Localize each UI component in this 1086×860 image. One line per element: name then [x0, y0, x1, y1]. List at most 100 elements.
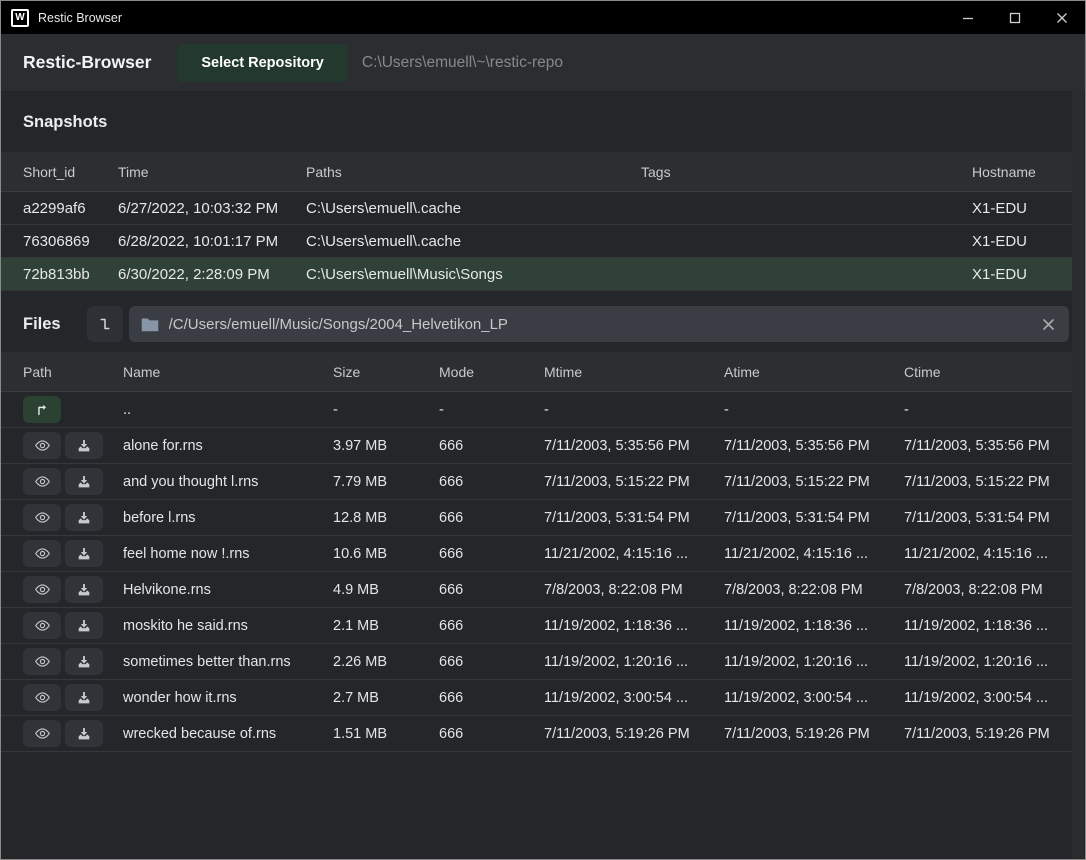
file-name: feel home now !.rns — [123, 546, 333, 562]
preview-file-button[interactable] — [23, 576, 61, 603]
page-title: Restic-Browser — [23, 52, 151, 73]
file-name: .. — [123, 402, 333, 418]
file-mode: 666 — [439, 438, 544, 454]
file-atime: 11/19/2002, 1:18:36 ... — [724, 618, 904, 634]
preview-file-button[interactable] — [23, 504, 61, 531]
preview-file-button[interactable] — [23, 540, 61, 567]
file-name: and you thought l.rns — [123, 474, 333, 490]
column-header-paths: Paths — [306, 164, 641, 180]
preview-file-button[interactable] — [23, 648, 61, 675]
download-file-button[interactable] — [65, 612, 103, 639]
file-mode: 666 — [439, 510, 544, 526]
file-row[interactable]: Helvikone.rns 4.9 MB 666 7/8/2003, 8:22:… — [1, 572, 1073, 608]
files-table-header: Path Name Size Mode Mtime Atime Ctime — [1, 352, 1073, 392]
parent-directory-row[interactable]: .. - - - - - — [1, 392, 1073, 428]
app-window: W Restic Browser Restic-Browser Select R… — [0, 0, 1086, 860]
window-controls — [944, 1, 1085, 34]
file-ctime: 11/19/2002, 1:18:36 ... — [904, 618, 1051, 634]
minimize-button[interactable] — [944, 1, 991, 34]
column-header-mtime: Mtime — [544, 364, 724, 380]
column-header-hostname: Hostname — [972, 164, 1051, 180]
minimize-icon — [962, 12, 974, 24]
snapshots-table-header: Short_id Time Paths Tags Hostname — [1, 152, 1073, 192]
file-atime: - — [724, 402, 904, 418]
file-atime: 7/11/2003, 5:35:56 PM — [724, 438, 904, 454]
file-mtime: 7/8/2003, 8:22:08 PM — [544, 582, 724, 598]
file-ctime: 7/11/2003, 5:19:26 PM — [904, 726, 1051, 742]
file-atime: 7/11/2003, 5:15:22 PM — [724, 474, 904, 490]
file-name: alone for.rns — [123, 438, 333, 454]
files-heading-label: Files — [23, 306, 61, 342]
preview-file-button[interactable] — [23, 720, 61, 747]
files-path-input[interactable]: /C/Users/emuell/Music/Songs/2004_Helveti… — [129, 306, 1069, 342]
maximize-button[interactable] — [991, 1, 1038, 34]
file-size: 10.6 MB — [333, 546, 439, 562]
titlebar: W Restic Browser — [1, 1, 1085, 34]
file-mtime: - — [544, 402, 724, 418]
file-ctime: - — [904, 402, 1051, 418]
column-header-size: Size — [333, 364, 439, 380]
file-row[interactable]: alone for.rns 3.97 MB 666 7/11/2003, 5:3… — [1, 428, 1073, 464]
file-size: 7.79 MB — [333, 474, 439, 490]
file-row[interactable]: and you thought l.rns 7.79 MB 666 7/11/2… — [1, 464, 1073, 500]
files-path-text: /C/Users/emuell/Music/Songs/2004_Helveti… — [169, 316, 1040, 333]
file-mtime: 7/11/2003, 5:35:56 PM — [544, 438, 724, 454]
column-header-time: Time — [118, 164, 306, 180]
download-icon — [76, 438, 92, 454]
download-file-button[interactable] — [65, 432, 103, 459]
go-up-directory-icon — [34, 401, 51, 418]
go-up-directory-button[interactable] — [23, 396, 61, 423]
file-ctime: 7/11/2003, 5:35:56 PM — [904, 438, 1051, 454]
snapshot-time: 6/27/2022, 10:03:32 PM — [118, 200, 306, 217]
download-file-button[interactable] — [65, 648, 103, 675]
preview-file-button[interactable] — [23, 468, 61, 495]
preview-file-button[interactable] — [23, 612, 61, 639]
restore-level-button[interactable] — [87, 306, 123, 342]
file-mode: 666 — [439, 546, 544, 562]
download-icon — [76, 546, 92, 562]
file-mode: 666 — [439, 582, 544, 598]
snapshot-row-selected[interactable]: 72b813bb 6/30/2022, 2:28:09 PM C:\Users\… — [1, 258, 1073, 291]
file-size: 2.7 MB — [333, 690, 439, 706]
file-row[interactable]: before l.rns 12.8 MB 666 7/11/2003, 5:31… — [1, 500, 1073, 536]
snapshot-row[interactable]: 76306869 6/28/2022, 10:01:17 PM C:\Users… — [1, 225, 1073, 258]
select-repository-button[interactable]: Select Repository — [177, 44, 348, 82]
file-size: 3.97 MB — [333, 438, 439, 454]
snapshots-heading: Snapshots — [1, 92, 1085, 152]
download-icon — [76, 726, 92, 742]
download-file-button[interactable] — [65, 576, 103, 603]
download-file-button[interactable] — [65, 720, 103, 747]
preview-file-button[interactable] — [23, 684, 61, 711]
snapshot-paths: C:\Users\emuell\.cache — [306, 200, 641, 217]
file-row[interactable]: wrecked because of.rns 1.51 MB 666 7/11/… — [1, 716, 1073, 752]
file-row[interactable]: feel home now !.rns 10.6 MB 666 11/21/20… — [1, 536, 1073, 572]
file-size: 2.26 MB — [333, 654, 439, 670]
download-file-button[interactable] — [65, 504, 103, 531]
download-icon — [76, 618, 92, 634]
restore-level-icon — [96, 315, 114, 333]
download-file-button[interactable] — [65, 540, 103, 567]
close-icon — [1056, 12, 1068, 24]
snapshot-short-id: 76306869 — [23, 233, 118, 250]
spacer — [1, 291, 1085, 304]
clear-path-button[interactable] — [1040, 316, 1057, 333]
preview-eye-icon — [34, 509, 51, 526]
download-file-button[interactable] — [65, 684, 103, 711]
preview-file-button[interactable] — [23, 432, 61, 459]
snapshot-row[interactable]: a2299af6 6/27/2022, 10:03:32 PM C:\Users… — [1, 192, 1073, 225]
file-row[interactable]: wonder how it.rns 2.7 MB 666 11/19/2002,… — [1, 680, 1073, 716]
download-icon — [76, 690, 92, 706]
file-mtime: 7/11/2003, 5:19:26 PM — [544, 726, 724, 742]
preview-eye-icon — [34, 437, 51, 454]
file-row[interactable]: sometimes better than.rns 2.26 MB 666 11… — [1, 644, 1073, 680]
file-ctime: 7/11/2003, 5:31:54 PM — [904, 510, 1051, 526]
close-button[interactable] — [1038, 1, 1085, 34]
preview-eye-icon — [34, 617, 51, 634]
column-header-atime: Atime — [724, 364, 904, 380]
download-file-button[interactable] — [65, 468, 103, 495]
download-icon — [76, 510, 92, 526]
snapshot-hostname: X1-EDU — [972, 266, 1051, 283]
snapshots-heading-label: Snapshots — [23, 113, 107, 132]
snapshot-short-id: 72b813bb — [23, 266, 118, 283]
file-row[interactable]: moskito he said.rns 2.1 MB 666 11/19/200… — [1, 608, 1073, 644]
